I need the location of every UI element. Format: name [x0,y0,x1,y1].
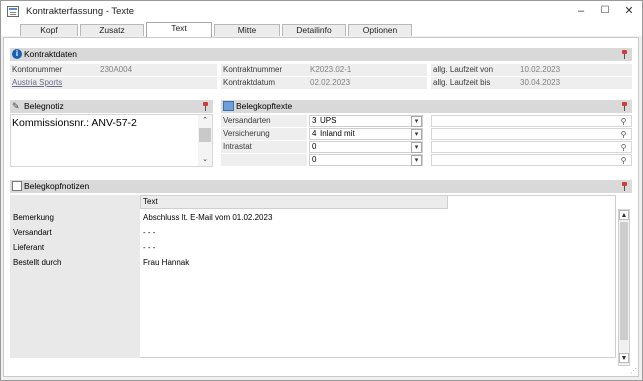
resize-grip-icon[interactable]: ⋰ [630,368,638,376]
versandart-text[interactable]: - - - [143,228,155,237]
pin-icon[interactable] [202,102,210,111]
dropdown-arrow-icon[interactable]: ▾ [411,116,422,127]
text-column-header[interactable] [140,195,448,209]
maximize-button[interactable]: ☐ [598,4,612,18]
search-icon[interactable]: ⚲ [619,117,628,126]
kontraktdatum-label: Kontraktdatum [223,78,276,87]
dropdown-arrow-icon[interactable]: ▾ [411,129,422,140]
info-icon: i [12,49,22,59]
tab-zusatz[interactable]: Zusatz [80,24,144,36]
minimize-button[interactable]: – [574,4,588,18]
lieferant-label: Lieferant [13,243,45,252]
belegkopfnotizen-header [10,180,632,193]
intrastat-select[interactable] [309,141,423,153]
versandarten-value: UPS [320,116,337,125]
belegnotiz-title: Belegnotiz [24,101,64,111]
belegkopftexte-title: Belegkopftexte [236,101,293,111]
versicherung-code: 4 [312,129,317,138]
form-icon [7,6,19,17]
window-title: Kontrakterfassung - Texte [26,6,135,17]
versicherung-value: Inland mit [320,129,355,138]
empty-label-cell [221,154,307,166]
dropdown-arrow-icon[interactable]: ▾ [411,155,422,166]
scroll-thumb[interactable] [620,222,628,340]
bestellt-durch-text[interactable]: Frau Hannak [143,258,189,267]
laufzeit-von-value: 10.02.2023 [520,65,561,74]
scroll-down-icon[interactable]: ⌄ [198,155,212,165]
extra-code: 0 [312,155,317,164]
tab-mitte[interactable]: Mitte [214,24,280,36]
pin-icon[interactable] [621,102,629,111]
tab-text[interactable]: Text [146,22,212,37]
pin-icon[interactable] [621,182,629,191]
lieferant-text[interactable]: - - - [143,243,155,252]
scroll-down-icon[interactable]: ▼ [619,353,629,363]
customer-name-link[interactable]: Austria Sports [12,78,62,87]
bemerkung-text[interactable]: Abschluss lt. E-Mail vom 01.02.2023 [143,213,272,222]
laufzeit-von-label: allg. Laufzeit von [433,65,494,74]
pencil-icon: ✎ [12,101,20,111]
tab-detailinfo[interactable]: Detailinfo [282,24,346,36]
search-icon[interactable]: ⚲ [619,156,628,165]
versicherung-label: Versicherung [223,129,270,138]
text-column-header-label: Text [143,197,158,206]
kontonummer-label: Kontonummer [12,65,63,74]
extra-select[interactable] [309,154,423,166]
laufzeit-bis-label: allg. Laufzeit bis [433,78,491,87]
dropdown-arrow-icon[interactable]: ▾ [411,142,422,153]
search-icon[interactable]: ⚲ [619,130,628,139]
kontraktnummer-value: K2023.02-1 [310,65,352,74]
document-list-icon [223,101,234,111]
intrastat-code: 0 [312,142,317,151]
versicherung-extra-field[interactable] [431,128,632,140]
versandarten-extra-field[interactable] [431,115,632,127]
intrastat-extra-field[interactable] [431,141,632,153]
bestellt-durch-label: Bestellt durch [13,258,62,267]
tab-optionen[interactable]: Optionen [348,24,412,36]
scroll-up-icon[interactable]: ▲ [619,210,629,220]
kontraktdatum-value: 02.02.2023 [310,78,351,87]
kontraktnummer-label: Kontraktnummer [223,65,283,74]
kontonummer-value: 230A004 [100,65,133,74]
close-button[interactable]: ✕ [622,4,636,18]
versandart-label: Versandart [13,228,52,237]
versandarten-label: Versandarten [223,116,271,125]
kontraktdaten-title: Kontraktdaten [24,49,77,59]
scroll-up-icon[interactable]: ⌃ [198,116,212,126]
belegnotiz-text: Kommissionsnr.: ANV-57-2 [12,117,137,129]
bemerkung-label: Bemerkung [13,213,54,222]
versandarten-code: 3 [312,116,317,125]
kontraktdaten-header [10,48,632,61]
scroll-thumb[interactable] [199,128,211,142]
laufzeit-bis-value: 30.04.2023 [520,78,561,87]
extra-field[interactable] [431,154,632,166]
intrastat-label: Intrastat [223,142,252,151]
search-icon[interactable]: ⚲ [619,143,628,152]
belegkopfnotizen-title: Belegkopfnotizen [24,181,90,191]
pin-icon[interactable] [621,50,629,59]
notes-icon [12,181,22,191]
tab-kopf[interactable]: Kopf [20,24,78,36]
